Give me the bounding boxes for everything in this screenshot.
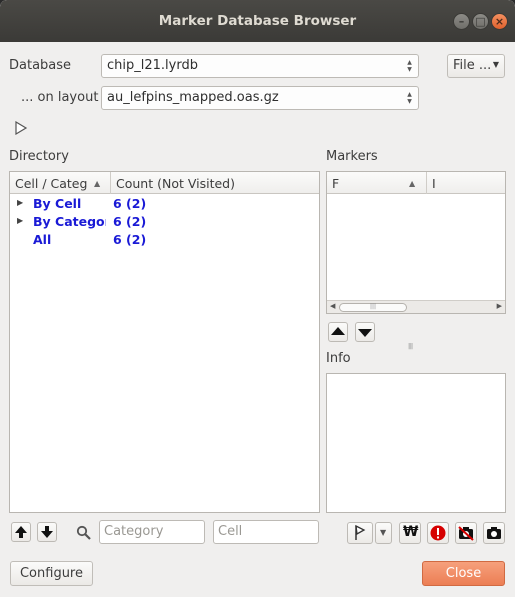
column-header-cell-category[interactable]: Cell / Category ▲ — [10, 172, 110, 194]
layout-select[interactable]: au_lefpins_mapped.oas.gz ▲ ▼ — [101, 86, 419, 110]
close-button[interactable]: Close — [422, 561, 505, 586]
camera-icon — [487, 527, 501, 539]
waive-icon: ₩ — [403, 524, 419, 540]
add-snapshot-button[interactable] — [483, 522, 505, 544]
minimize-window-button[interactable]: – — [453, 13, 470, 30]
column-header-label: Count (Not Visited) — [116, 176, 235, 191]
expand-arrow-icon[interactable]: ▶ — [17, 198, 23, 207]
maximize-window-button[interactable]: □ — [472, 13, 489, 30]
info-title: Info — [326, 351, 351, 366]
splitter-handle[interactable]: |||| — [408, 343, 422, 350]
tree-row-count: 6 (2) — [113, 232, 147, 247]
important-button[interactable] — [427, 522, 449, 544]
layout-label: ... on layout — [21, 90, 99, 105]
marker-database-browser-window: Marker Database Browser – □ × Database c… — [0, 0, 515, 597]
horizontal-scrollbar[interactable]: ◀ ||| ▶ — [327, 300, 505, 313]
chevron-down-icon: ▼ — [492, 60, 499, 69]
column-header-label: I — [432, 176, 436, 191]
file-menu-label: File ... — [453, 58, 492, 73]
column-header-label: Cell / Category — [15, 176, 88, 191]
next-marker-button[interactable] — [355, 322, 375, 342]
move-up-button[interactable] — [11, 522, 31, 542]
expand-triangle-icon[interactable] — [14, 120, 28, 136]
sort-up-icon: ▲ — [409, 179, 416, 188]
arrow-down-icon — [41, 526, 53, 538]
column-header-info[interactable]: I — [427, 172, 505, 194]
previous-marker-button[interactable] — [328, 322, 348, 342]
tree-row-count: 6 (2) — [113, 196, 147, 211]
expand-arrow-icon[interactable]: ▶ — [17, 216, 23, 225]
camera-remove-icon — [458, 526, 474, 541]
spin-arrows-icon: ▲ ▼ — [407, 59, 412, 73]
flag-dropdown-button[interactable]: ▼ — [375, 522, 392, 544]
column-header-flag[interactable]: F ▲ — [327, 172, 426, 194]
spin-arrows-icon: ▲ ▼ — [407, 91, 412, 105]
directory-tree[interactable]: Cell / Category ▲ Count (Not Visited) ▶ … — [9, 171, 320, 513]
category-filter-input[interactable]: Category — [99, 520, 205, 544]
layout-select-value: au_lefpins_mapped.oas.gz — [107, 90, 279, 105]
cell-filter-input[interactable]: Cell — [213, 520, 319, 544]
tree-row-count: 6 (2) — [113, 214, 147, 229]
search-icon — [76, 525, 92, 541]
title-bar: Marker Database Browser – □ × — [0, 0, 515, 42]
arrow-up-icon — [15, 526, 27, 538]
tree-row-label: All — [33, 232, 52, 247]
directory-title: Directory — [9, 149, 69, 164]
chevron-down-icon: ▼ — [380, 528, 387, 537]
tree-row-label: By Category — [33, 214, 106, 229]
arrow-down-icon — [358, 329, 372, 337]
arrow-up-icon — [331, 327, 345, 335]
move-down-button[interactable] — [37, 522, 57, 542]
window-title: Marker Database Browser — [158, 13, 357, 29]
markers-title: Markers — [326, 149, 378, 164]
remove-snapshot-button[interactable] — [455, 522, 477, 544]
exclamation-icon — [430, 525, 446, 541]
tree-row[interactable]: ▶ By Category 6 (2) — [10, 213, 319, 231]
tree-row[interactable]: All 6 (2) — [10, 231, 319, 249]
database-label: Database — [9, 58, 72, 73]
file-menu-button[interactable]: File ... ▼ — [447, 54, 505, 78]
scroll-right-icon[interactable]: ▶ — [497, 302, 502, 310]
flag-icon — [355, 524, 366, 540]
tree-row-label: By Cell — [33, 196, 82, 211]
info-panel — [326, 373, 506, 513]
close-window-button[interactable]: × — [491, 13, 508, 30]
database-select[interactable]: chip_l21.lyrdb ▲ ▼ — [101, 54, 419, 78]
scrollbar-thumb[interactable]: ||| — [339, 303, 407, 312]
column-header-label: F — [332, 176, 340, 191]
flag-menu-button[interactable] — [347, 522, 373, 544]
database-select-value: chip_l21.lyrdb — [107, 58, 198, 73]
column-header-count[interactable]: Count (Not Visited) — [111, 172, 319, 194]
markers-list[interactable]: F ▲ I ◀ ||| ▶ — [326, 171, 506, 314]
configure-button[interactable]: Configure — [10, 561, 93, 586]
scroll-left-icon[interactable]: ◀ — [330, 302, 335, 310]
waive-button[interactable]: ₩ — [399, 522, 421, 544]
sort-up-icon: ▲ — [94, 179, 101, 188]
tree-row[interactable]: ▶ By Cell 6 (2) — [10, 195, 319, 213]
